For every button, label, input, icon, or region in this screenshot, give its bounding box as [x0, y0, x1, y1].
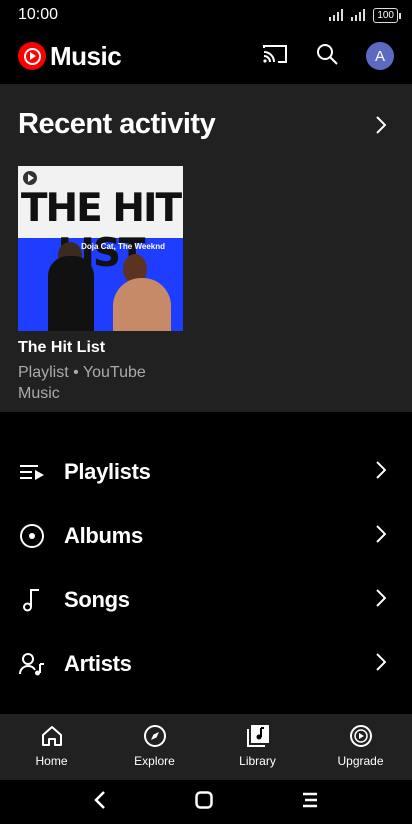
nav-label: Explore — [134, 754, 175, 768]
play-badge-icon — [23, 171, 37, 185]
recent-activity-section: Recent activity THE HIT LIST Doja Cat, T… — [0, 84, 412, 412]
youtube-music-icon — [18, 42, 46, 70]
avatar[interactable]: A — [366, 42, 394, 70]
compass-icon — [142, 723, 168, 749]
recent-activity-title[interactable]: Recent activity — [18, 108, 216, 141]
music-note-icon — [18, 586, 46, 614]
chevron-right-icon — [376, 524, 387, 548]
nav-label: Upgrade — [337, 754, 384, 768]
thumbnail-artists: Doja Cat, The Weeknd — [81, 242, 165, 251]
nav-item-library[interactable]: Library — [206, 714, 309, 780]
library-item-albums[interactable]: Albums — [0, 506, 412, 566]
playlist-icon — [18, 458, 46, 486]
artist-icon — [18, 650, 46, 678]
bottom-nav: Home Explore Library Upgrade — [0, 714, 412, 780]
library-label: Songs — [64, 587, 130, 612]
library-item-artists[interactable]: Artists — [0, 634, 412, 694]
library-label: Albums — [64, 523, 143, 548]
nav-item-upgrade[interactable]: Upgrade — [309, 714, 412, 780]
library-label: Playlists — [64, 459, 151, 484]
library-item-playlists[interactable]: Playlists — [0, 442, 412, 502]
upgrade-icon — [348, 723, 374, 749]
nav-item-explore[interactable]: Explore — [103, 714, 206, 780]
app-actions: A — [262, 42, 394, 70]
library-label: Artists — [64, 651, 132, 676]
library-icon — [245, 723, 271, 749]
home-icon — [39, 723, 65, 749]
nav-item-home[interactable]: Home — [0, 714, 103, 780]
nav-label: Home — [35, 754, 68, 768]
app-bar: Music A — [0, 30, 412, 82]
search-icon[interactable] — [316, 43, 338, 70]
battery-icon: 100 — [373, 7, 401, 23]
status-indicators: 100 — [329, 7, 401, 23]
library-item-songs[interactable]: Songs — [0, 570, 412, 630]
brand-logo[interactable]: Music — [18, 40, 122, 72]
status-bar: 10:00 100 — [0, 0, 412, 30]
chevron-right-icon — [376, 652, 387, 676]
playlist-thumbnail[interactable]: THE HIT LIST Doja Cat, The Weeknd — [18, 166, 183, 331]
app-name: Music — [50, 40, 122, 71]
album-icon — [18, 522, 46, 550]
home-button-icon[interactable] — [195, 790, 213, 814]
system-nav-bar — [0, 780, 412, 824]
cast-icon[interactable] — [262, 43, 288, 70]
status-time: 10:00 — [18, 6, 59, 23]
back-icon[interactable] — [94, 790, 106, 814]
nav-label: Library — [239, 754, 276, 768]
signal-icon-2 — [351, 9, 366, 21]
chevron-right-icon — [376, 460, 387, 484]
chevron-right-icon[interactable] — [376, 116, 387, 139]
recents-icon[interactable] — [302, 792, 318, 813]
signal-icon — [329, 9, 344, 21]
chevron-right-icon — [376, 588, 387, 612]
playlist-subtitle: Playlist • YouTube Music — [18, 364, 146, 402]
thumbnail-title: THE HIT LIST — [20, 186, 182, 276]
playlist-name[interactable]: The Hit List — [18, 339, 105, 357]
